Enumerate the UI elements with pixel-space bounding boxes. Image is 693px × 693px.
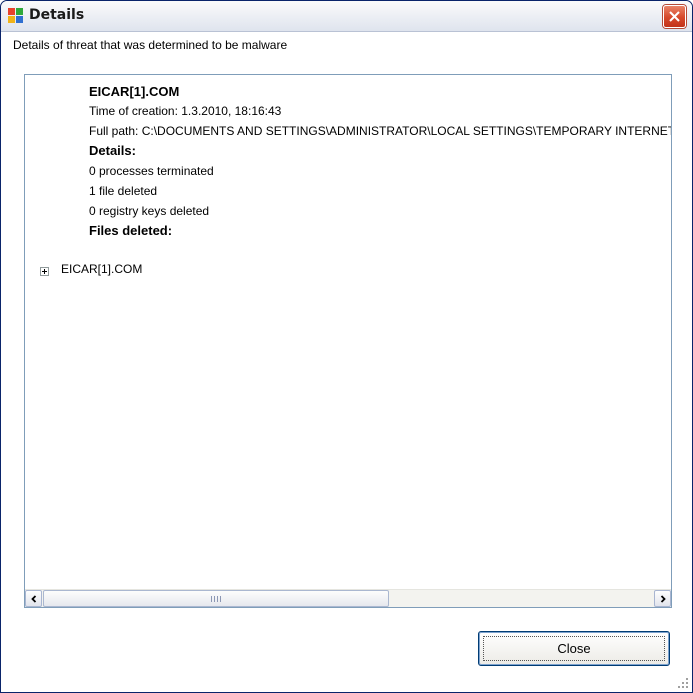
title-bar[interactable]: Details <box>1 1 692 32</box>
scrollbar-thumb[interactable] <box>43 590 389 607</box>
close-window-button[interactable] <box>663 5 686 28</box>
chevron-right-icon <box>660 595 666 603</box>
tree-item-files-deleted-count: 1 file deleted <box>89 184 158 198</box>
tree-item-file-name: EICAR[1].COM <box>89 84 180 99</box>
threat-details-tree[interactable]: EICAR[1].COM Time of creation: 1.3.2010,… <box>24 74 672 608</box>
tree-content: EICAR[1].COM Time of creation: 1.3.2010,… <box>25 75 671 589</box>
horizontal-scrollbar[interactable] <box>25 589 671 607</box>
close-button-label: Close <box>557 641 591 656</box>
tree-item-time-of-creation: Time of creation: 1.3.2010, 18:16:43 <box>89 104 282 118</box>
scroll-right-button[interactable] <box>654 590 671 607</box>
resize-grip-icon[interactable] <box>677 677 689 689</box>
chevron-left-icon <box>31 595 37 603</box>
details-window: Details Details of threat that was deter… <box>0 0 693 693</box>
scrollbar-grip <box>211 596 221 602</box>
expand-plus-icon[interactable] <box>40 267 49 276</box>
tree-item-files-deleted-heading: Files deleted: <box>89 223 173 238</box>
close-icon <box>669 11 680 22</box>
window-title: Details <box>29 7 85 23</box>
dialog-description: Details of threat that was determined to… <box>13 38 288 52</box>
tree-item-processes: 0 processes terminated <box>89 164 214 178</box>
scroll-left-button[interactable] <box>25 590 42 607</box>
tree-item-deleted-file[interactable]: EICAR[1].COM <box>61 262 142 276</box>
tree-item-details-heading: Details: <box>89 143 136 158</box>
avg-app-icon <box>8 8 24 24</box>
tree-item-registry-keys: 0 registry keys deleted <box>89 204 210 218</box>
close-button[interactable]: Close <box>478 631 670 666</box>
tree-item-full-path: Full path: C:\DOCUMENTS AND SETTINGS\ADM… <box>89 124 671 138</box>
